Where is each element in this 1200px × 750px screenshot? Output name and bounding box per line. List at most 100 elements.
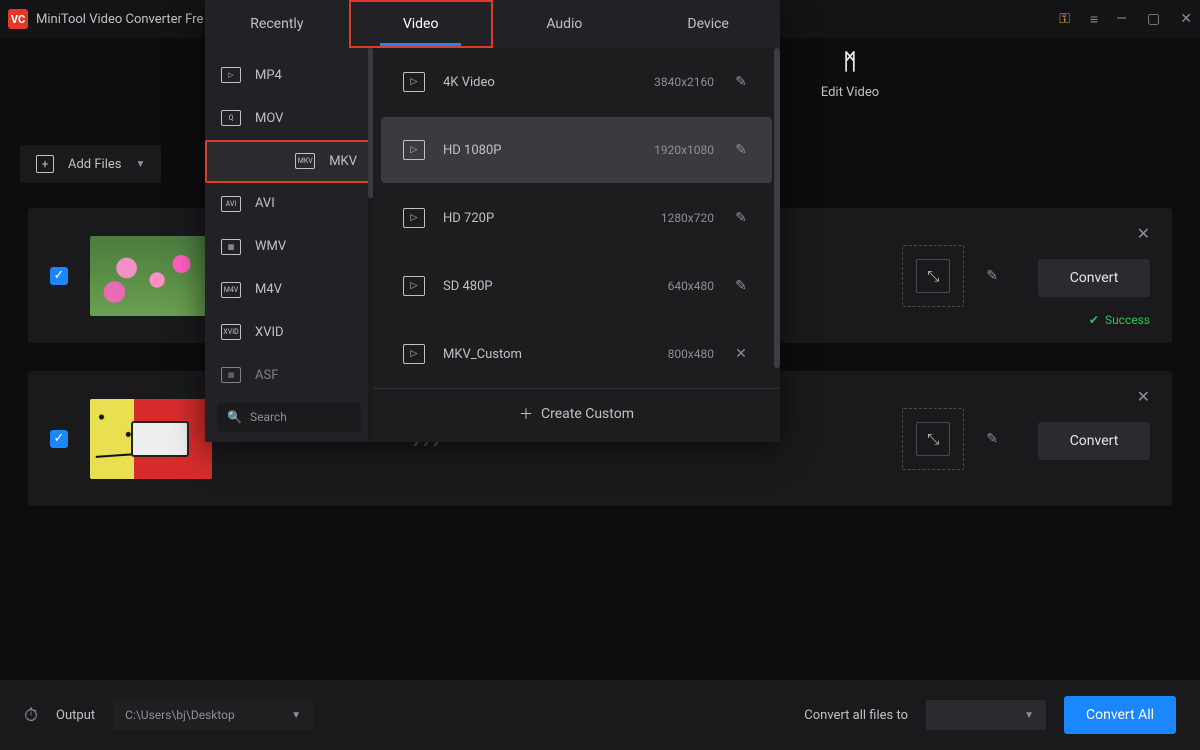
add-files-button[interactable]: + Add Files ▼ bbox=[20, 145, 161, 183]
format-item-mkv[interactable]: MKVMKV bbox=[205, 140, 373, 183]
scrollbar-thumb[interactable] bbox=[368, 48, 373, 198]
search-placeholder: Search bbox=[250, 410, 287, 424]
convert-button[interactable]: Convert bbox=[1038, 259, 1150, 297]
create-custom-label: Create Custom bbox=[541, 406, 634, 422]
format-label: MOV bbox=[255, 111, 283, 126]
key-icon[interactable]: ⚿ bbox=[1059, 11, 1070, 27]
create-custom-button[interactable]: ＋ Create Custom bbox=[373, 388, 780, 438]
format-search-input[interactable]: 🔍 Search bbox=[217, 403, 361, 432]
chevron-down-icon: ▼ bbox=[1024, 710, 1034, 721]
preset-resolution: 640x480 bbox=[634, 279, 714, 293]
format-tabs: Recently Video Audio Device bbox=[205, 0, 780, 48]
format-item-asf[interactable]: ▦ ASF bbox=[205, 354, 373, 397]
tab-recently[interactable]: Recently bbox=[205, 0, 349, 48]
target-format-picker[interactable]: ⤡ bbox=[902, 245, 964, 307]
schedule-icon[interactable]: ⏱ bbox=[24, 705, 38, 726]
format-item-mp4[interactable]: ▷ MP4 bbox=[205, 54, 373, 97]
file-play-icon: ▷ bbox=[403, 276, 425, 296]
convert-all-button[interactable]: Convert All bbox=[1064, 696, 1176, 734]
output-path-text: C:\Users\bj\Desktop bbox=[125, 708, 235, 722]
file-video-icon: ▷ bbox=[221, 67, 241, 83]
format-label: M4V bbox=[255, 282, 282, 297]
file-play-icon: ▷ bbox=[403, 72, 425, 92]
chevron-down-icon: ▼ bbox=[135, 159, 145, 170]
add-files-label: Add Files bbox=[68, 157, 121, 172]
format-dropdown: Recently Video Audio Device ▷ MP4 Q MOV MK… bbox=[205, 0, 780, 442]
hamburger-icon[interactable]: ≡ bbox=[1090, 11, 1096, 28]
maximize-button[interactable]: ▢ bbox=[1147, 11, 1160, 27]
tab-device[interactable]: Device bbox=[636, 0, 780, 48]
settings-icon[interactable]: ✎ bbox=[732, 210, 750, 226]
close-window-button[interactable]: ✕ bbox=[1180, 11, 1192, 27]
thumbnail[interactable] bbox=[90, 399, 212, 479]
convert-all-format-select[interactable]: ▼ bbox=[926, 700, 1046, 730]
format-sidebar[interactable]: ▷MP4 QMOV MKVMKV AVIAVI ▦WMV M4VM4V XVID… bbox=[205, 48, 373, 442]
plus-icon: ＋ bbox=[519, 404, 533, 424]
convert-all-to-label: Convert all files to bbox=[804, 708, 908, 723]
file-play-icon: ▷ bbox=[403, 140, 425, 160]
format-item-mov[interactable]: Q MOV bbox=[205, 97, 373, 140]
format-label: XVID bbox=[255, 325, 284, 340]
format-label: ASF bbox=[255, 368, 278, 383]
format-label: AVI bbox=[255, 196, 275, 211]
preset-4k[interactable]: ▷ 4K Video 3840x2160 ✎ bbox=[381, 49, 772, 115]
output-label: Output bbox=[56, 708, 95, 723]
format-item-m4v[interactable]: M4V M4V bbox=[205, 268, 373, 311]
remove-file-button[interactable]: ✕ bbox=[1137, 387, 1150, 406]
convert-button[interactable]: Convert bbox=[1038, 422, 1150, 460]
plus-folder-icon: + bbox=[36, 155, 54, 173]
format-item-wmv[interactable]: ▦WMV bbox=[205, 225, 373, 268]
file-video-icon: XVID bbox=[221, 324, 241, 340]
file-play-icon: ▷ bbox=[403, 208, 425, 228]
format-item-xvid[interactable]: XVID XVID bbox=[205, 311, 373, 354]
file-video-icon: AVI bbox=[221, 196, 241, 212]
settings-icon[interactable]: ✎ bbox=[732, 142, 750, 158]
output-path-select[interactable]: C:\Users\bj\Desktop ▼ bbox=[113, 700, 313, 730]
preset-1080p[interactable]: ▷ HD 1080P 1920x1080 ✎ bbox=[381, 117, 772, 183]
settings-icon[interactable]: ✎ bbox=[732, 278, 750, 294]
app-title: MiniTool Video Converter Fre bbox=[36, 12, 203, 27]
file-play-icon: ▷ bbox=[403, 344, 425, 364]
file-video-icon: M4V bbox=[221, 282, 241, 298]
expand-icon: ⤡ bbox=[916, 422, 950, 456]
edit-icon[interactable]: ✎ bbox=[986, 268, 998, 284]
checkbox[interactable]: ✓ bbox=[50, 430, 68, 448]
preset-name: HD 720P bbox=[443, 211, 616, 226]
file-video-icon: ▦ bbox=[221, 367, 241, 383]
scrollbar-thumb[interactable] bbox=[774, 48, 780, 368]
edit-video-icon: ᛗ bbox=[843, 50, 856, 75]
format-label: WMV bbox=[255, 239, 286, 254]
edit-video-button[interactable]: ᛗ Edit Video bbox=[800, 50, 900, 100]
preset-resolution: 1920x1080 bbox=[634, 143, 714, 157]
tab-audio[interactable]: Audio bbox=[493, 0, 637, 48]
preset-resolution: 1280x720 bbox=[634, 211, 714, 225]
expand-icon: ⤡ bbox=[916, 259, 950, 293]
format-label: MKV bbox=[329, 154, 357, 169]
settings-icon[interactable]: ✎ bbox=[732, 74, 750, 90]
preset-720p[interactable]: ▷ HD 720P 1280x720 ✎ bbox=[381, 185, 772, 251]
search-icon: 🔍 bbox=[227, 410, 242, 424]
checkbox[interactable]: ✓ bbox=[50, 267, 68, 285]
status-success: ✔Success bbox=[1089, 313, 1150, 327]
chevron-down-icon: ▼ bbox=[291, 710, 301, 721]
tab-video[interactable]: Video bbox=[349, 0, 493, 48]
preset-name: SD 480P bbox=[443, 279, 616, 294]
file-video-icon: Q bbox=[221, 110, 241, 126]
thumbnail[interactable] bbox=[90, 236, 212, 316]
preset-name: MKV_Custom bbox=[443, 347, 616, 362]
edit-video-label: Edit Video bbox=[821, 85, 879, 100]
preset-name: HD 1080P bbox=[443, 143, 616, 158]
minimize-button[interactable]: — bbox=[1116, 11, 1127, 27]
format-item-avi[interactable]: AVI AVI bbox=[205, 183, 373, 226]
remove-file-button[interactable]: ✕ bbox=[1137, 224, 1150, 243]
preset-custom[interactable]: ▷ MKV_Custom 800x480 ✕ bbox=[381, 321, 772, 387]
preset-list[interactable]: ▷ 4K Video 3840x2160 ✎ ▷ HD 1080P 1920x1… bbox=[373, 48, 780, 442]
check-icon: ✔ bbox=[1089, 313, 1099, 327]
delete-icon[interactable]: ✕ bbox=[732, 346, 750, 362]
preset-name: 4K Video bbox=[443, 75, 616, 90]
app-icon: VC bbox=[8, 9, 28, 29]
edit-icon[interactable]: ✎ bbox=[986, 431, 998, 447]
format-label: MP4 bbox=[255, 68, 282, 83]
target-format-picker[interactable]: ⤡ bbox=[902, 408, 964, 470]
preset-480p[interactable]: ▷ SD 480P 640x480 ✎ bbox=[381, 253, 772, 319]
